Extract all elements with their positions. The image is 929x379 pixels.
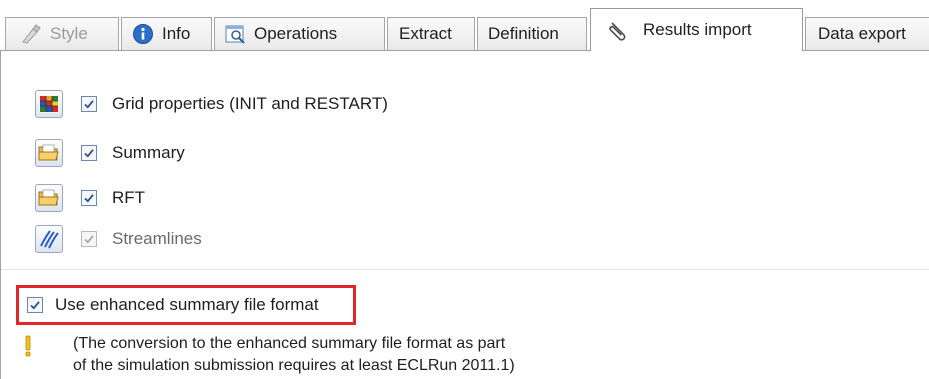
checkmark-icon [84, 100, 94, 109]
paperclip-icon [607, 19, 629, 41]
summary-label: Summary [112, 143, 185, 162]
tab-definition[interactable]: Definition [477, 17, 587, 50]
checkmark-icon [30, 301, 40, 310]
streamlines-label: Streamlines [112, 229, 202, 248]
rft-label: RFT [112, 188, 146, 207]
folder-icon [38, 189, 59, 206]
grid-properties-button[interactable] [35, 90, 63, 118]
ecl-run-note: (The conversion to the enhanced summary … [73, 333, 633, 377]
enhanced-summary-checkbox[interactable] [27, 297, 43, 313]
tab-operations[interactable]: Operations [214, 17, 385, 50]
note-line-2: of the simulation submission requires at… [73, 357, 515, 374]
hint-icon [25, 335, 31, 357]
section-divider [1, 269, 929, 270]
grid-properties-checkbox[interactable] [81, 96, 97, 112]
tab-info[interactable]: Info [121, 17, 212, 50]
enhanced-summary-highlight: Use enhanced summary file format [16, 285, 356, 325]
tab-label: Style [50, 24, 88, 43]
checkmark-icon [84, 149, 94, 158]
tab-label: Info [162, 24, 191, 43]
option-row-grid-properties: Grid properties (INIT and RESTART) [35, 88, 388, 120]
info-icon [132, 23, 154, 45]
streamlines-icon [40, 230, 59, 249]
summary-checkbox[interactable] [81, 145, 97, 161]
rft-folder-button[interactable] [35, 184, 63, 212]
checkmark-icon [84, 235, 94, 244]
option-row-rft: RFT [35, 182, 145, 214]
option-row-streamlines: Streamlines [35, 223, 202, 255]
panel-left-border [0, 50, 1, 379]
tab-strip: Style Info Operations Extract Definition [0, 0, 929, 51]
streamlines-button[interactable] [35, 225, 63, 253]
tab-label: Extract [399, 24, 452, 43]
rft-checkbox[interactable] [81, 190, 97, 206]
style-icon [20, 23, 42, 45]
tab-label: Data export [818, 24, 906, 43]
tab-label: Definition [488, 24, 559, 43]
folder-icon [38, 144, 59, 161]
checkmark-icon [84, 194, 94, 203]
tab-extract[interactable]: Extract [387, 17, 475, 50]
enhanced-summary-label: Use enhanced summary file format [55, 295, 319, 314]
tab-label: Results import [643, 20, 752, 39]
tab-results-import[interactable]: Results import [590, 8, 803, 51]
streamlines-checkbox[interactable] [81, 231, 97, 247]
grid-properties-icon [39, 95, 59, 113]
tab-data-export[interactable]: Data export [805, 17, 929, 50]
option-row-summary: Summary [35, 137, 185, 169]
grid-properties-label: Grid properties (INIT and RESTART) [112, 94, 388, 113]
tab-label: Operations [254, 24, 338, 43]
tab-style[interactable]: Style [5, 17, 119, 50]
note-line-1: (The conversion to the enhanced summary … [73, 335, 506, 352]
summary-folder-button[interactable] [35, 139, 63, 167]
operations-icon [224, 23, 246, 45]
